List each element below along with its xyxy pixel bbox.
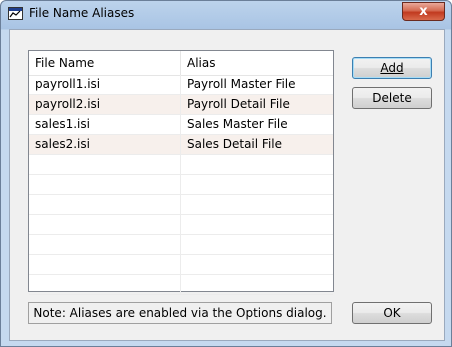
alias-cell: Payroll Master File xyxy=(187,77,296,91)
file-name-cell xyxy=(29,275,181,294)
alias-cell xyxy=(181,235,333,254)
file-name-cell xyxy=(29,255,181,274)
list-rows: payroll1.isi Payroll Master File payroll… xyxy=(29,75,333,295)
file-name-cell xyxy=(29,175,181,194)
delete-button-label: Delete xyxy=(372,91,412,105)
alias-cell: Sales Detail File xyxy=(187,137,282,151)
file-name-cell: payroll1.isi xyxy=(29,75,181,94)
file-name-cell xyxy=(29,195,181,214)
table-row[interactable]: sales2.isi Sales Detail File xyxy=(29,135,333,155)
column-header-alias[interactable]: Alias xyxy=(181,51,333,75)
table-row[interactable]: payroll2.isi Payroll Detail File xyxy=(29,95,333,115)
chart-window-icon xyxy=(8,7,23,20)
close-icon: x xyxy=(419,4,428,19)
alias-cell xyxy=(181,275,333,294)
ok-button[interactable]: OK xyxy=(352,302,432,324)
table-row[interactable] xyxy=(29,215,333,235)
alias-cell: Sales Master File xyxy=(187,117,288,131)
file-name-cell xyxy=(29,235,181,254)
table-row[interactable]: payroll1.isi Payroll Master File xyxy=(29,75,333,95)
column-header-file-name[interactable]: File Name xyxy=(29,51,181,75)
file-name-cell xyxy=(29,155,181,174)
table-row[interactable] xyxy=(29,195,333,215)
ok-button-label: OK xyxy=(383,306,401,320)
options-note: Note: Aliases are enabled via the Option… xyxy=(28,302,332,324)
delete-button[interactable]: Delete xyxy=(352,87,432,109)
file-name-cell: sales2.isi xyxy=(29,135,181,154)
alias-cell xyxy=(181,175,333,194)
add-button-label: Add xyxy=(380,61,404,75)
dialog-client-area: File Name Alias payroll1.isi Payroll Mas… xyxy=(9,29,445,341)
file-name-cell: sales1.isi xyxy=(29,115,181,134)
alias-cell xyxy=(181,255,333,274)
file-name-cell xyxy=(29,215,181,234)
file-name-cell: payroll2.isi xyxy=(29,95,181,114)
alias-cell xyxy=(181,155,333,174)
close-button[interactable]: x xyxy=(402,2,445,21)
table-row[interactable]: sales1.isi Sales Master File xyxy=(29,115,333,135)
alias-cell xyxy=(181,215,333,234)
dialog-window: File Name Aliases x File Name Alias payr… xyxy=(0,0,452,347)
table-row[interactable] xyxy=(29,235,333,255)
title-bar[interactable]: File Name Aliases x xyxy=(1,1,451,28)
aliases-list[interactable]: File Name Alias payroll1.isi Payroll Mas… xyxy=(28,50,334,295)
alias-cell: Payroll Detail File xyxy=(187,97,290,111)
table-row[interactable] xyxy=(29,255,333,275)
table-row[interactable] xyxy=(29,275,333,295)
table-row[interactable] xyxy=(29,175,333,195)
list-header: File Name Alias xyxy=(29,51,333,76)
add-button[interactable]: Add xyxy=(352,57,432,79)
alias-cell xyxy=(181,195,333,214)
table-row[interactable] xyxy=(29,155,333,175)
window-title: File Name Aliases xyxy=(29,6,135,20)
